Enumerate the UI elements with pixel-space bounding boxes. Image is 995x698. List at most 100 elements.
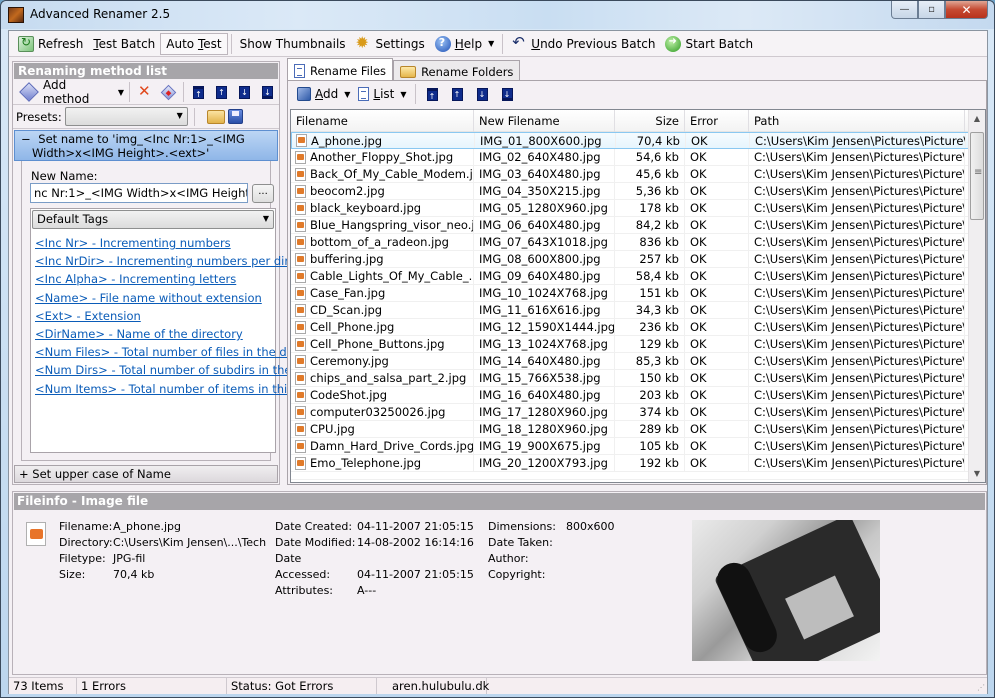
move-to-bottom-icon[interactable]: ↓ — [501, 87, 513, 101]
column-header-error[interactable]: Error — [685, 110, 749, 132]
undo-previous-batch-button[interactable]: Undo Previous Batch — [506, 33, 660, 55]
move-to-bottom-icon[interactable]: ↓ — [261, 85, 273, 99]
tag-link[interactable]: <Name> - File name without extension — [35, 289, 275, 307]
cell-path: C:\Users\Kim Jensen\Pictures\Picture\... — [749, 166, 965, 182]
cell-error: OK — [685, 149, 749, 165]
collapse-toggle[interactable]: − — [21, 132, 31, 146]
file-row[interactable]: Cable_Lights_Of_My_Cable_... IMG_09_640X4… — [291, 268, 985, 285]
method-item-set-name[interactable]: − Set name to 'img_<Inc Nr:1>_<IMG Width… — [14, 130, 278, 161]
move-up-icon[interactable]: ↑ — [215, 85, 227, 99]
image-file-icon — [295, 405, 306, 419]
image-file-icon — [26, 522, 46, 546]
close-button[interactable]: ✕ — [945, 1, 988, 19]
test-batch-button[interactable]: Test Batch — [88, 33, 160, 55]
file-row[interactable]: black_keyboard.jpg IMG_05_1280X960.jpg 178… — [291, 200, 985, 217]
tag-link[interactable]: <Num Items> - Total number of items in t… — [35, 380, 314, 398]
file-row[interactable]: Cell_Phone_Buttons.jpg IMG_13_1024X768.jp… — [291, 336, 985, 353]
file-row[interactable]: beocom2.jpg IMG_04_350X215.jpg 5,36 kb OK C:… — [291, 183, 985, 200]
cell-error: OK — [685, 404, 749, 420]
fileinfo-title: Fileinfo - Image file — [14, 493, 985, 510]
cell-error: OK — [685, 234, 749, 250]
add-files-button[interactable]: Add ▼ — [294, 83, 353, 105]
presets-dropdown[interactable]: ▼ — [64, 107, 188, 126]
fileinfo-image: Dimensions: 800x600 Date Taken: Author: Copy… — [488, 519, 615, 583]
settings-button[interactable]: Settings — [351, 33, 430, 55]
minimize-button[interactable]: — — [891, 1, 918, 19]
cell-path: C:\Users\Kim Jensen\Pictures\Picture\... — [749, 319, 965, 335]
file-row[interactable]: CD_Scan.jpg IMG_11_616X616.jpg 34,3 kb OK C:… — [291, 302, 985, 319]
website-link[interactable]: aren.hulubulu.dk — [377, 678, 489, 694]
move-to-top-icon[interactable]: ↑ — [426, 87, 438, 101]
file-row[interactable]: Ceremony.jpg IMG_14_640X480.jpg 85,3 kb OK C… — [291, 353, 985, 370]
move-up-icon[interactable]: ↑ — [451, 87, 463, 101]
remove-all-methods-icon[interactable] — [160, 84, 177, 100]
tag-link[interactable]: <DirName> - Name of the directory — [35, 325, 275, 343]
file-row[interactable]: buffering.jpg IMG_08_600X800.jpg 257 kb OK C… — [291, 251, 985, 268]
method-item-upper-case[interactable]: + Set upper case of Name — [14, 465, 278, 483]
tags-list: Default Tags ▼ <Inc Nr> - Incrementing n… — [30, 208, 314, 453]
file-row[interactable]: Another_Floppy_Shot.jpg IMG_02_640X480.jp… — [291, 149, 985, 166]
move-down-icon[interactable]: ↓ — [238, 85, 250, 99]
file-row[interactable]: Case_Fan.jpg IMG_10_1024X768.jpg 151 kb OK C… — [291, 285, 985, 302]
auto-test-toggle[interactable]: Auto Test — [160, 32, 228, 55]
file-row[interactable]: computer03250026.jpg IMG_17_1280X960.jpg 3… — [291, 404, 985, 421]
file-row[interactable]: CodeShot.jpg IMG_16_640X480.jpg 203 kb OK C:… — [291, 387, 985, 404]
help-menu-button[interactable]: Help ▼ — [430, 33, 500, 55]
tags-dropdown[interactable]: Default Tags ▼ — [32, 210, 274, 229]
tag-link[interactable]: <Ext> - Extension — [35, 307, 275, 325]
fileinfo-field: Date Modified: 14-08-2002 16:14:16 — [275, 535, 474, 551]
remove-method-icon[interactable] — [137, 82, 153, 100]
resize-grip-icon[interactable]: ⋰ — [977, 683, 985, 692]
image-file-icon — [295, 235, 306, 249]
file-row-partial[interactable] — [291, 472, 985, 480]
column-header-filename[interactable]: Filename — [291, 110, 474, 132]
file-row[interactable]: Cell_Phone.jpg IMG_12_1590X1444.jpg 236 kb… — [291, 319, 985, 336]
expand-toggle[interactable]: + — [19, 467, 29, 481]
scroll-up-icon[interactable]: ▲ — [969, 110, 985, 127]
renaming-method-panel: Renaming method list Add method ▼ ↑ ↑ ↓ … — [12, 61, 314, 485]
cell-path: C:\Users\Kim Jensen\Pictures\Picture\... — [749, 251, 965, 267]
file-row[interactable]: CPU.jpg IMG_18_1280X960.jpg 289 kb OK C:\Use… — [291, 421, 985, 438]
field-value: 04-11-2007 21:05:15 — [357, 520, 474, 533]
cell-new-filename: IMG_04_350X215.jpg — [474, 183, 615, 199]
method-label: Set upper case of Name — [32, 467, 171, 481]
tab-rename-folders[interactable]: Rename Folders — [393, 60, 521, 80]
title-bar[interactable]: Advanced Renamer 2.5 — ▫ ✕ — [1, 1, 994, 29]
open-preset-folder-icon[interactable] — [206, 109, 225, 124]
move-to-top-icon[interactable]: ↑ — [192, 85, 204, 99]
show-thumbnails-button[interactable]: Show Thumbnails — [235, 33, 351, 55]
file-row[interactable]: Blue_Hangspring_visor_neo.jpg IMG_06_640X… — [291, 217, 985, 234]
vertical-scrollbar[interactable]: ▲ ▼ — [968, 110, 985, 482]
move-down-icon[interactable]: ↓ — [476, 87, 488, 101]
method-diamond-icon — [19, 82, 39, 102]
tag-link[interactable]: <Num Files> - Total number of files in t… — [35, 343, 295, 361]
tag-link[interactable]: <Num Dirs> - Total number of subdirs in … — [35, 361, 310, 379]
tab-strip: Rename Files Rename Folders — [287, 58, 521, 80]
image-file-icon — [295, 167, 306, 181]
file-row[interactable]: Damn_Hard_Drive_Cords.jpg IMG_19_900X675.… — [291, 438, 985, 455]
file-row[interactable]: A_phone.jpg IMG_01_800X600.jpg 70,4 kb OK C:… — [291, 132, 985, 149]
scroll-down-icon[interactable]: ▼ — [969, 465, 985, 482]
maximize-button[interactable]: ▫ — [918, 1, 945, 19]
refresh-button[interactable]: Refresh — [13, 33, 88, 55]
list-menu-button[interactable]: List ▼ — [355, 83, 409, 105]
tag-link[interactable]: <Inc NrDir> - Incrementing numbers per d… — [35, 252, 289, 270]
tab-rename-files[interactable]: Rename Files — [287, 58, 394, 80]
file-row[interactable]: Back_Of_My_Cable_Modem.jpg IMG_03_640X480… — [291, 166, 985, 183]
scroll-thumb[interactable] — [970, 132, 984, 220]
cell-new-filename: IMG_17_1280X960.jpg — [474, 404, 615, 420]
tag-link[interactable]: <Inc Nr> - Incrementing numbers — [35, 234, 275, 252]
browse-tags-button[interactable]: ... — [252, 184, 274, 203]
file-row[interactable]: bottom_of_a_radeon.jpg IMG_07_643X1018.jp… — [291, 234, 985, 251]
new-name-input[interactable]: nc Nr:1>_<IMG Width>x<IMG Height>.<ext> — [30, 183, 248, 203]
column-header-new-filename[interactable]: New Filename — [474, 110, 615, 132]
file-row[interactable]: Emo_Telephone.jpg IMG_20_1200X793.jpg 192 … — [291, 455, 985, 472]
save-preset-icon[interactable] — [227, 109, 243, 124]
start-batch-button[interactable]: Start Batch — [660, 33, 758, 55]
column-header-size[interactable]: Size — [615, 110, 685, 132]
tag-link[interactable]: <Inc Alpha> - Incrementing letters — [35, 270, 275, 288]
cell-filename: Cable_Lights_Of_My_Cable_... — [291, 268, 474, 284]
column-header-path[interactable]: Path — [749, 110, 965, 132]
file-row[interactable]: chips_and_salsa_part_2.jpg IMG_15_766X538… — [291, 370, 985, 387]
add-method-button[interactable]: Add method ▼ — [16, 78, 126, 106]
